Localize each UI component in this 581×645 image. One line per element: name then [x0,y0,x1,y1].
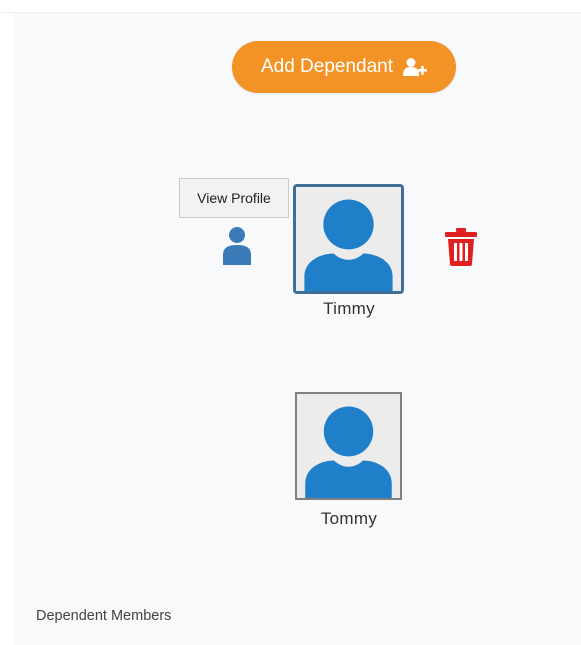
top-strip [0,0,581,13]
add-dependant-label: Add Dependant [260,56,394,77]
dependant-name-timmy: Timmy [323,299,375,318]
user-plus-icon [403,57,428,77]
avatar-silhouette-icon [297,394,400,498]
view-profile-tooltip: View Profile [179,178,289,218]
section-title: Dependent Members [36,608,172,624]
user-icon[interactable] [221,225,253,265]
avatar-timmy[interactable] [293,184,404,294]
dependants-panel: Add Dependant View Profile Timmy Tommy D… [0,0,581,645]
add-dependant-button[interactable]: Add Dependant [232,41,456,93]
content-area [14,13,581,645]
avatar-tommy[interactable] [295,392,402,500]
avatar-silhouette-icon [296,187,401,291]
dependant-name-tommy: Tommy [320,509,378,528]
trash-icon[interactable] [445,228,477,266]
